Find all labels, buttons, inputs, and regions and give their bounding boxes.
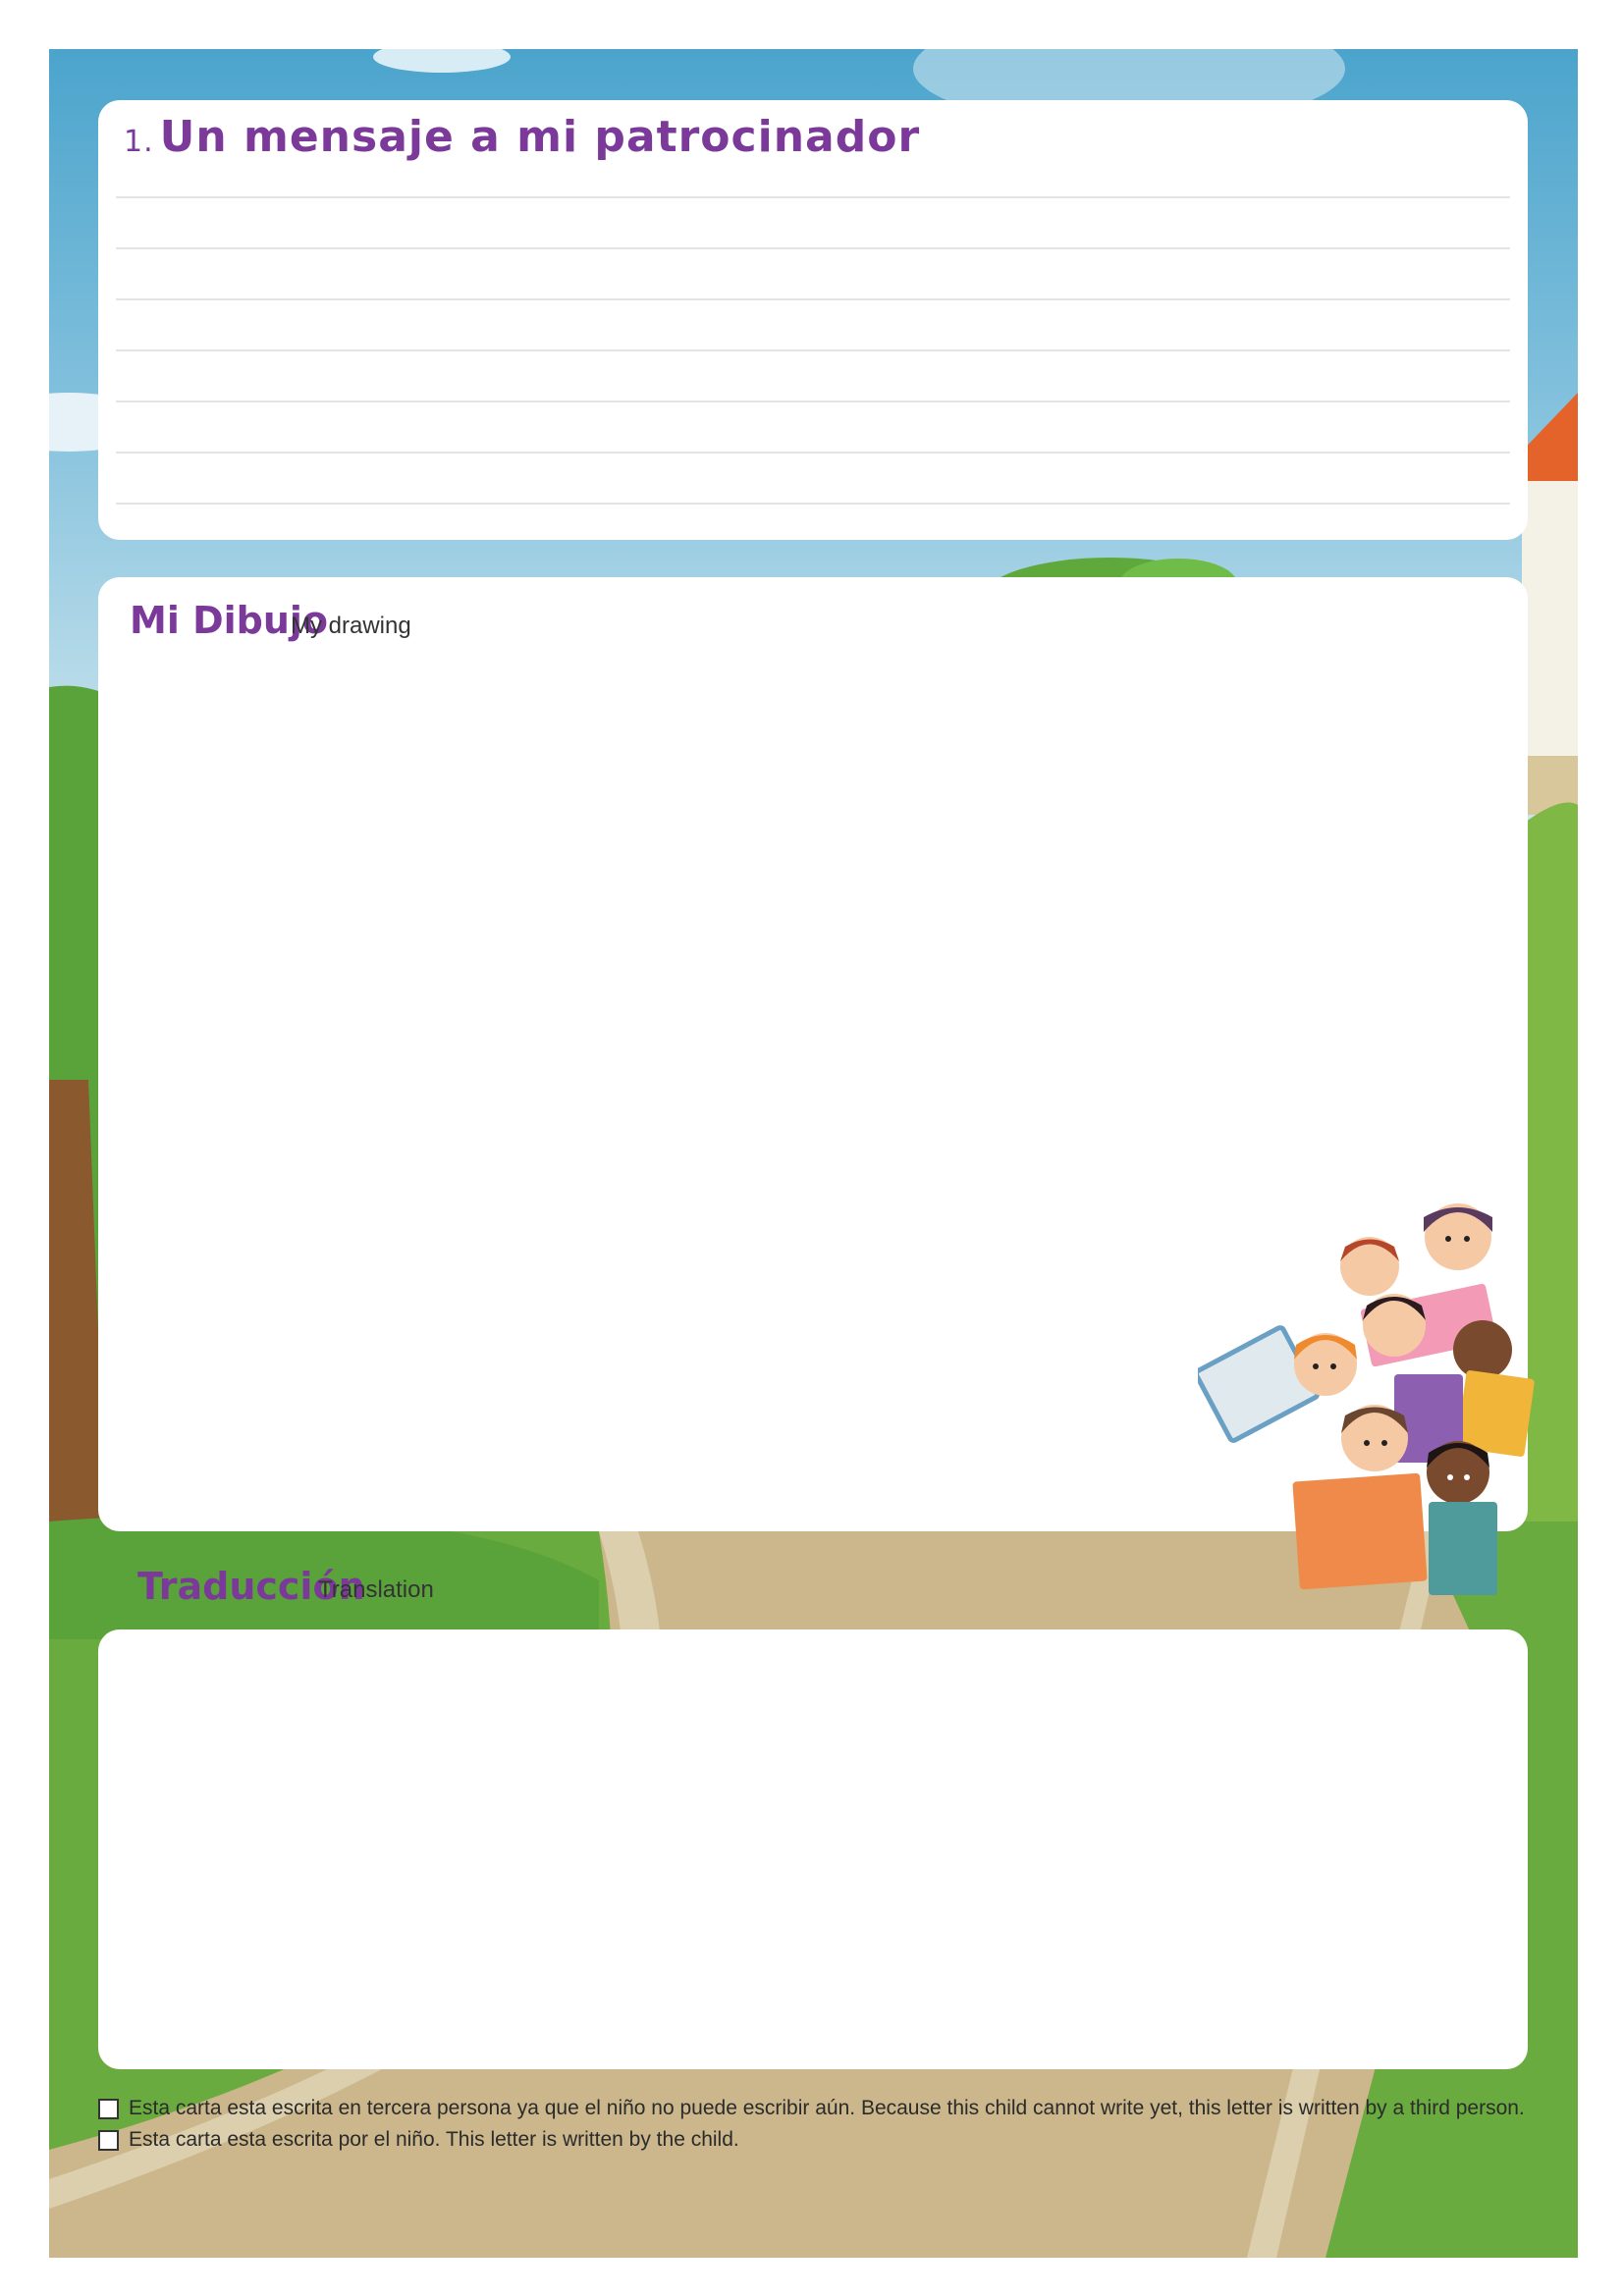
checkbox-label: Esta carta esta escrita por el niño. Thi… [129,2128,739,2151]
section-number: 1. [124,125,154,159]
writing-line[interactable] [116,298,1510,300]
writing-line[interactable] [116,196,1510,198]
children-reading-illustration [1198,1203,1535,1595]
child-written-option[interactable]: Esta carta esta escrita por el niño. Thi… [98,2128,739,2152]
checkbox[interactable] [98,2098,119,2119]
writing-line[interactable] [116,400,1510,402]
checkbox-label: Esta carta esta escrita en tercera perso… [129,2097,1525,2119]
drawing-subtitle: My drawing [291,613,411,639]
message-card [98,100,1528,540]
translation-area[interactable] [98,1629,1528,2069]
writing-line[interactable] [116,503,1510,505]
writing-line[interactable] [116,452,1510,454]
third-person-option[interactable]: Esta carta esta escrita en tercera perso… [98,2097,1525,2120]
translation-subtitle: Translation [318,1576,434,1603]
writing-line[interactable] [116,247,1510,249]
checkbox[interactable] [98,2129,119,2151]
message-title-text: Un mensaje a mi patrocinador [159,112,921,162]
writing-line[interactable] [116,349,1510,351]
message-title: 1. Un mensaje a mi patrocinador [124,112,920,162]
